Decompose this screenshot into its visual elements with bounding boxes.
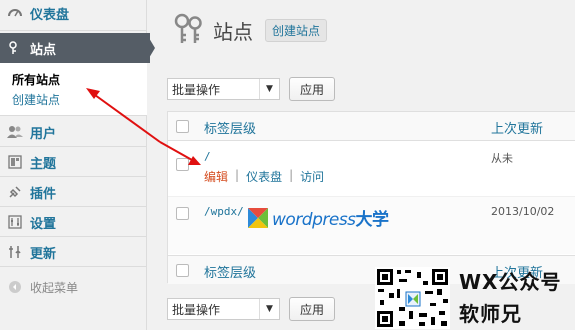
bulk-actions-value: 批量操作 [172,82,221,97]
page-title: 站点 [213,19,253,44]
page-header: 站点 创建站点 [171,10,328,50]
site-path-link[interactable]: /wpdx/ [204,205,244,218]
menu-plugins-label: 插件 [30,186,57,202]
menu-settings-label: 设置 [30,216,57,232]
visit-link[interactable]: 访问 [300,168,324,185]
bulk-actions-top: 批量操作 ▼ 应用 [167,77,335,101]
menu-plugins[interactable]: 插件 [0,177,147,207]
submenu-all-sites[interactable]: 所有站点 [12,71,60,88]
wechat-promo: WX公众号 软师兄 [373,266,575,330]
menu-users[interactable]: 用户 [0,117,147,147]
apply-button[interactable]: 应用 [289,77,335,101]
menu-dashboard[interactable]: 仪表盘 [0,0,147,26]
column-path[interactable]: 标签层级 [204,118,256,137]
table-header: 标签层级 上次更新 [168,112,575,141]
dropdown-caret-icon: ▼ [259,299,279,319]
sites-submenu: 所有站点 创建站点 [0,63,147,116]
sites-header-icon [171,13,205,48]
promo-wechat-label: WX公众号 [459,270,562,294]
admin-sidebar: 仪表盘 站点 所有站点 创建站点 用户 主题 插件 设置 更新 收起菜单 [0,0,155,330]
bulk-actions-value-bottom: 批量操作 [172,302,221,317]
dashboard-icon [6,4,24,22]
select-all-checkbox-bottom[interactable] [176,264,189,277]
last-updated-cell: 从未 [491,152,513,165]
apply-button-bottom[interactable]: 应用 [289,297,335,321]
wpdaxue-logo-icon [248,207,268,228]
last-updated-cell: 2013/10/02 [491,205,555,218]
collapse-menu[interactable]: 收起菜单 [0,272,147,302]
menu-settings[interactable]: 设置 [0,207,147,237]
settings-icon [6,213,24,231]
promo-name-label: 软师兄 [459,302,522,326]
dashboard-link[interactable]: 仪表盘 [246,168,282,185]
menu-updates[interactable]: 更新 [0,237,147,267]
users-icon [6,123,24,141]
add-site-button[interactable]: 创建站点 [265,18,328,42]
row-actions: 编辑 | 仪表盘 | 访问 [204,168,325,185]
column-path-bottom[interactable]: 标签层级 [204,262,256,281]
site-path-link[interactable]: / [204,150,211,163]
row-checkbox[interactable] [176,207,189,220]
plugin-icon [6,183,24,201]
menu-updates-label: 更新 [30,246,57,262]
sites-icon [6,39,24,57]
submenu-add-site[interactable]: 创建站点 [12,91,60,108]
wordpress-daxue-watermark: wordpress大学 [248,205,389,230]
bulk-actions-bottom: 批量操作 ▼ 应用 [167,297,335,321]
menu-sites[interactable]: 站点 [0,33,150,63]
collapse-arrow-icon [6,278,24,296]
menu-dashboard-label: 仪表盘 [30,7,70,23]
bulk-actions-select-bottom[interactable]: 批量操作 ▼ [167,298,280,320]
menu-themes-label: 主题 [30,156,57,172]
qr-code [375,267,450,329]
collapse-menu-label: 收起菜单 [30,280,79,295]
table-row: / 编辑 | 仪表盘 | 访问 从未 [168,142,575,196]
edit-link[interactable]: 编辑 [204,168,228,185]
watermark-text: wordpress大学 [272,210,389,230]
column-last-updated[interactable]: 上次更新 [491,118,543,137]
menu-themes[interactable]: 主题 [0,147,147,177]
bulk-actions-select[interactable]: 批量操作 ▼ [167,78,280,100]
themes-icon [6,153,24,171]
dropdown-caret-icon: ▼ [259,79,279,99]
sites-table: 标签层级 上次更新 / 编辑 | 仪表盘 | 访问 从未 /wpdx/ 2013… [167,111,575,284]
select-all-checkbox[interactable] [176,120,189,133]
menu-sites-label: 站点 [30,42,57,58]
row-checkbox[interactable] [176,158,189,171]
tools-icon [6,243,24,261]
menu-users-label: 用户 [30,126,57,142]
